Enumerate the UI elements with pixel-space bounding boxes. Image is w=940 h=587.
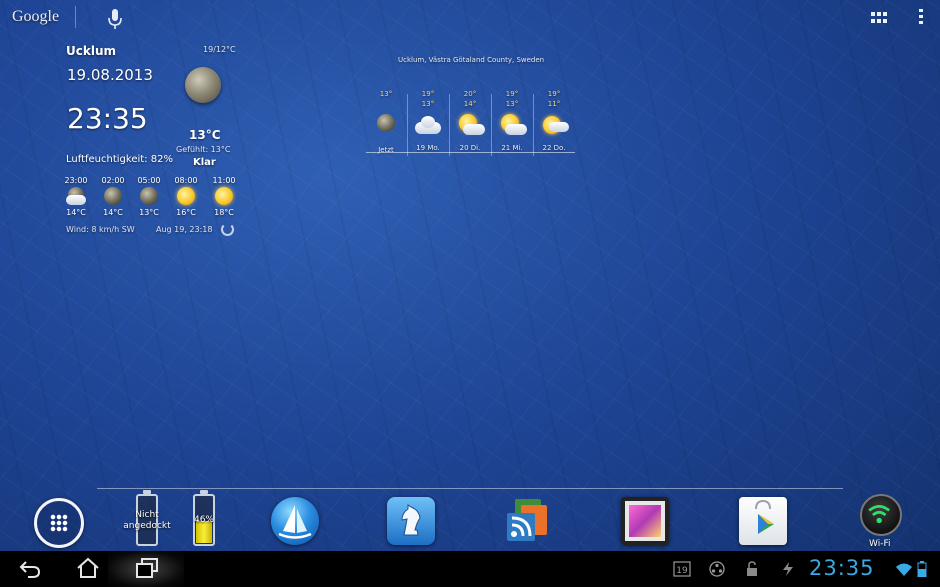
sun-icon	[176, 187, 196, 207]
calendar-notification-icon[interactable]: 19	[673, 561, 691, 577]
news-reader-app-icon[interactable]	[503, 497, 551, 545]
cloud-icon	[413, 112, 443, 138]
forecast-day: 19° 11° 22 Do.	[534, 90, 574, 152]
widget-feels-like: Gefühlt: 13°C	[176, 145, 231, 154]
widget-hi-lo: 19/12°C	[203, 45, 236, 54]
forecast-day: 19° 13° 21 Mi.	[492, 90, 532, 152]
boat-browser-app-icon[interactable]	[271, 497, 319, 545]
forecast-day-label: 22 Do.	[542, 144, 566, 152]
widget-clock[interactable]: 23:35	[67, 102, 148, 135]
microphone-icon[interactable]	[107, 8, 123, 30]
forecast-lo	[366, 100, 406, 110]
widget-city: Ucklum	[66, 44, 116, 58]
forecast-baseline	[366, 152, 575, 153]
wifi-icon	[868, 505, 891, 524]
forecast-lo: 11°	[547, 100, 561, 108]
forecast-hi: 19°	[547, 90, 561, 98]
hourly-time: 23:00	[64, 176, 88, 185]
forecast-lo: 13°	[505, 100, 519, 108]
sun-cloud-icon	[539, 112, 569, 138]
widget-last-updated: Aug 19, 23:18	[156, 225, 213, 234]
sun-icon	[214, 187, 234, 207]
unlock-notification-icon[interactable]	[745, 561, 759, 577]
media-notification-icon[interactable]	[708, 561, 726, 577]
all-apps-grid-icon[interactable]	[871, 12, 887, 24]
all-apps-button[interactable]	[34, 498, 84, 548]
dock-divider	[97, 488, 843, 489]
back-button[interactable]	[18, 557, 42, 579]
forecast-day-label: 19 Mo.	[416, 144, 440, 152]
battery-percent-label: 46%	[193, 515, 214, 525]
search-divider	[75, 6, 76, 28]
sun-cloud-icon	[455, 112, 485, 138]
hourly-temp: 13°C	[139, 208, 159, 217]
dock-battery-label: Nicht angedockt	[123, 510, 171, 531]
forecast-day: 20° 14° 20 Di.	[450, 90, 490, 152]
gallery-app-icon[interactable]	[621, 497, 669, 545]
widget-wind: Wind: 8 km/h SW	[66, 225, 135, 234]
forecast-day-label: 20 Di.	[459, 144, 481, 152]
recent-apps-button[interactable]	[135, 557, 159, 579]
wifi-toggle-app-icon[interactable]	[860, 494, 902, 536]
hourly-temp: 18°C	[214, 208, 234, 217]
wifi-app-label: Wi-Fi	[869, 539, 891, 549]
hourly-temp: 14°C	[66, 208, 86, 217]
hourly-forecast-item: 08:00 16°C	[168, 176, 204, 217]
forecast-location: Ucklum, Västra Götaland County, Sweden	[398, 56, 545, 64]
calendar-badge: 19	[676, 566, 688, 576]
hourly-forecast-item: 23:00 14°C	[58, 176, 94, 217]
forecast-hi: 13°	[379, 90, 393, 98]
overflow-menu-icon[interactable]	[917, 9, 925, 25]
widget-humidity: Luftfeuchtigkeit: 82%	[66, 154, 173, 165]
hourly-time: 05:00	[137, 176, 161, 185]
hourly-temp: 16°C	[176, 208, 196, 217]
hourly-time: 08:00	[174, 176, 198, 185]
widget-condition: Klar	[193, 157, 216, 168]
status-bar-clock[interactable]: 23:35	[809, 556, 875, 580]
sun-cloud-icon	[497, 112, 527, 138]
moon-icon	[139, 187, 159, 207]
hourly-time: 11:00	[212, 176, 236, 185]
moon-icon	[371, 114, 401, 140]
play-store-app-icon[interactable]	[739, 497, 787, 545]
hourly-forecast-item: 11:00 18°C	[206, 176, 242, 217]
forecast-hi: 19°	[421, 90, 435, 98]
forecast-day: 19° 13° 19 Mo.	[408, 90, 448, 152]
forecast-hi: 20°	[463, 90, 477, 98]
battery-status-icon[interactable]	[917, 561, 927, 577]
widget-current-temp: 13°C	[189, 128, 221, 142]
hourly-time: 02:00	[101, 176, 125, 185]
forecast-lo: 14°	[463, 100, 477, 108]
forecast-hi: 19°	[505, 90, 519, 98]
google-search-logo[interactable]: Google	[12, 8, 59, 26]
usb-charging-icon[interactable]	[780, 561, 796, 577]
hourly-forecast-item: 05:00 13°C	[131, 176, 167, 217]
hourly-temp: 14°C	[103, 208, 123, 217]
moon-cloud-icon	[66, 187, 86, 207]
refresh-icon[interactable]	[221, 223, 234, 236]
forecast-lo: 13°	[421, 100, 435, 108]
forecast-day: 13° Jetzt	[366, 90, 406, 154]
wifi-signal-icon[interactable]	[895, 561, 913, 577]
hourly-forecast-item: 02:00 14°C	[95, 176, 131, 217]
moon-icon	[103, 187, 123, 207]
forecast-day-label: 21 Mi.	[501, 144, 523, 152]
chess-app-icon[interactable]	[387, 497, 435, 545]
moon-icon	[185, 67, 221, 103]
apps-grid-icon	[50, 514, 68, 532]
widget-date: 19.08.2013	[67, 66, 153, 84]
home-button[interactable]	[76, 557, 100, 579]
